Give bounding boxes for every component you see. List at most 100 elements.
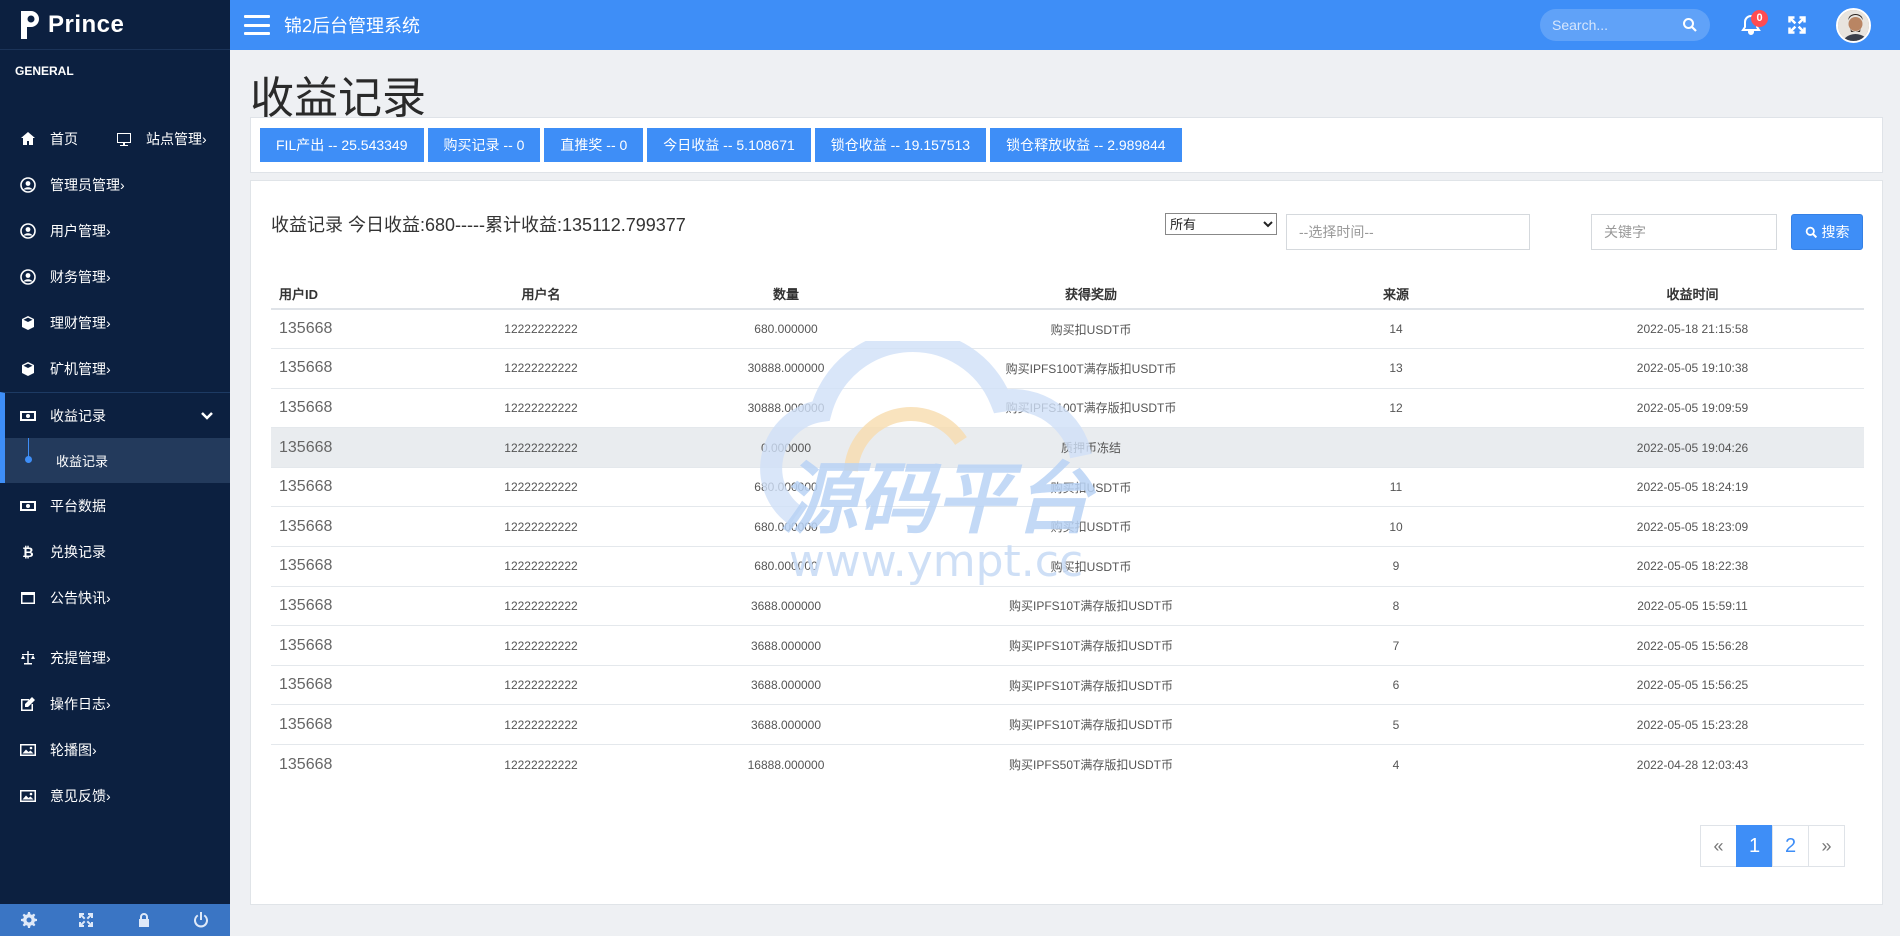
sidebar-subitem-label: 收益记录 (56, 454, 109, 469)
home-icon (20, 131, 36, 147)
image-icon (20, 788, 36, 804)
sidebar-item-label: 理财管理 (50, 315, 106, 331)
stat-purchase-records-button[interactable]: 购买记录 -- 0 (427, 128, 541, 162)
sidebar-item-label: 站点管理 (146, 131, 202, 147)
column-header[interactable]: 用户名 (421, 279, 661, 310)
cell-username: 12222222222 (504, 757, 578, 772)
sidebar-item-label: 矿机管理 (50, 361, 106, 377)
cell-username: 12222222222 (421, 467, 661, 508)
sidebar-item-site[interactable]: 站点管理 › (86, 116, 207, 162)
sidebar-item-label: 轮播图 (50, 742, 92, 758)
fullscreen-icon[interactable] (58, 904, 116, 936)
table-row[interactable]: 135668 12222222222 3688.000000 购买IPFS10T满存版… (271, 665, 1864, 706)
dot-icon (25, 456, 32, 463)
cell-time: 2022-05-05 15:59:11 (1521, 586, 1864, 627)
lock-icon[interactable] (115, 904, 173, 936)
stat-locked-release-button[interactable]: 锁仓释放收益 -- 2.989844 (990, 128, 1182, 162)
cell-reward: 购买IPFS100T满存版扣USDT币 (911, 388, 1271, 429)
time-picker-input[interactable] (1286, 214, 1530, 250)
column-header[interactable]: 来源 (1271, 279, 1521, 310)
money-icon (20, 498, 36, 514)
sidebar-item-admins[interactable]: 管理员管理 › (0, 162, 230, 208)
sidebar-item-logs[interactable]: 操作日志 › (0, 681, 230, 727)
cell-source: 14 (1271, 309, 1521, 350)
cell-source: 5 (1271, 704, 1521, 746)
avatar[interactable] (1836, 8, 1871, 43)
chevron-down-icon (200, 408, 214, 422)
sidebar-item-carousel[interactable]: 轮播图 › (0, 727, 230, 773)
sidebar-item-label: 公告快讯 (50, 590, 106, 606)
table-row[interactable]: 135668 12222222222 3688.000000 购买IPFS10T满存版… (271, 625, 1864, 666)
cell-time: 2022-05-05 19:04:26 (1521, 427, 1864, 468)
cell-source: 7 (1271, 625, 1521, 666)
cell-source (1271, 427, 1521, 468)
table-row[interactable]: 135668 12222222222 0.000000 质押币冻结 2022-05-05… (271, 427, 1864, 468)
table-row[interactable]: 135668 12222222222 3688.000000 购买IPFS10T满存版… (271, 586, 1864, 627)
keyword-input[interactable] (1591, 214, 1777, 250)
sidebar-item-earnings[interactable]: 收益记录 (0, 392, 230, 438)
stat-today-earnings-button[interactable]: 今日收益 -- 5.108671 (647, 128, 811, 162)
cell-user-id: 135668 (271, 625, 421, 666)
sidebar-item-exchange[interactable]: ₿ 兑换记录 (0, 529, 230, 575)
table-row[interactable]: 135668 12222222222 30888.000000 购买IPFS100T满… (271, 388, 1864, 429)
cell-source: 9 (1271, 546, 1521, 587)
table-row[interactable]: 135668 12222222222 680.000000 购买扣USDT币 10 202… (271, 506, 1864, 548)
cell-reward: 购买扣USDT币 (911, 506, 1271, 548)
search-icon[interactable] (1682, 17, 1698, 33)
cell-user-id: 135668 (271, 467, 421, 508)
sidebar-subitem-earnings[interactable]: 收益记录 (0, 438, 230, 483)
cell-amount: 3688.000000 (661, 704, 911, 746)
cell-amount: 680.000000 (661, 506, 911, 548)
table-row[interactable]: 135668 12222222222 16888.000000 购买IPFS50T满存… (271, 745, 1864, 785)
stat-direct-bonus-button[interactable]: 直推奖 -- 0 (544, 128, 644, 162)
sidebar-item-wealth[interactable]: 理财管理 › (0, 300, 230, 346)
sidebar-item-feedback[interactable]: 意见反馈 › (0, 773, 230, 819)
column-header[interactable]: 用户ID (271, 279, 421, 310)
cell-username: 12222222222 (421, 665, 661, 706)
column-header[interactable]: 数量 (661, 279, 911, 310)
pagination-page[interactable]: 1 (1736, 825, 1773, 867)
sidebar-item-news[interactable]: 公告快讯 › (0, 575, 230, 621)
cell-amount: 3688.000000 (661, 625, 911, 666)
table-row[interactable]: 135668 12222222222 3688.000000 购买IPFS10T满存版… (271, 704, 1864, 746)
pagination-page[interactable]: 2 (1772, 825, 1809, 867)
cell-username: 12222222222 (421, 348, 661, 389)
cell-time: 2022-05-05 19:09:59 (1521, 388, 1864, 429)
sidebar-item-deposit[interactable]: 充提管理 › (0, 635, 230, 681)
pagination-prev[interactable]: « (1700, 825, 1737, 867)
sidebar-item-finance[interactable]: 财务管理 › (0, 254, 230, 300)
power-icon[interactable] (173, 904, 231, 936)
table-row[interactable]: 135668 12222222222 680.000000 购买扣USDT币 9 2022… (271, 546, 1864, 587)
table-row[interactable]: 135668 12222222222 680.000000 购买扣USDT币 14 202… (271, 309, 1864, 350)
bitcoin-icon: ₿ (22, 544, 34, 560)
column-header[interactable]: 收益时间 (1521, 279, 1864, 310)
cell-reward: 购买IPFS10T满存版扣USDT币 (911, 586, 1271, 627)
cell-source: 6 (1271, 665, 1521, 706)
pagination-next[interactable]: » (1808, 825, 1845, 867)
sidebar-item-label: 用户管理 (50, 223, 106, 239)
fullscreen-icon[interactable] (1787, 15, 1807, 35)
sidebar-item-home[interactable]: 首页 (0, 116, 86, 162)
settings-icon[interactable] (0, 904, 58, 936)
cell-source: 11 (1271, 467, 1521, 508)
column-header[interactable]: 获得奖励 (911, 279, 1271, 310)
balance-scale-icon (20, 650, 36, 666)
stat-locked-earnings-button[interactable]: 锁仓收益 -- 19.157513 (814, 128, 987, 162)
sidebar-item-platform-data[interactable]: 平台数据 (0, 483, 230, 529)
table-row[interactable]: 135668 12222222222 680.000000 购买扣USDT币 11 202… (271, 467, 1864, 508)
cell-source: 4 (1392, 757, 1400, 772)
topbar-search-input[interactable] (1552, 17, 1672, 33)
table-row[interactable]: 135668 12222222222 30888.000000 购买IPFS100T满… (271, 348, 1864, 389)
brand-logo[interactable]: Prince (0, 0, 230, 50)
cell-user-id: 135668 (271, 309, 421, 350)
search-button[interactable]: 搜索 (1791, 214, 1863, 250)
search-icon (1805, 226, 1817, 238)
cell-source: 8 (1271, 586, 1521, 627)
menu-toggle-icon[interactable] (244, 15, 270, 35)
sidebar-item-users[interactable]: 用户管理 › (0, 208, 230, 254)
filter-select[interactable]: 所有 (1165, 213, 1277, 235)
cell-source: 10 (1271, 506, 1521, 548)
sidebar-item-miners[interactable]: 矿机管理 › (0, 346, 230, 392)
records-panel: 收益记录 今日收益:680-----累计收益:135112.799377 所有 … (250, 180, 1883, 905)
stat-fil-output-button[interactable]: FIL产出 -- 25.543349 (260, 128, 424, 162)
